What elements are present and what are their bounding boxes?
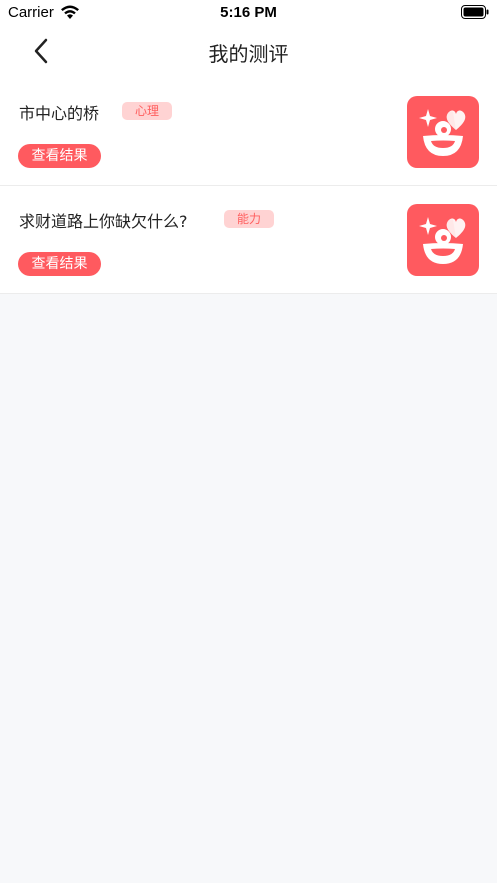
view-result-button[interactable]: 查看结果 (18, 252, 101, 276)
status-bar: Carrier 5:16 PM (0, 0, 497, 26)
navigation-bar: 我的测评 (0, 26, 497, 79)
list-item[interactable]: 市中心的桥 心理 查看结果 (0, 78, 497, 186)
view-result-button[interactable]: 查看结果 (18, 144, 101, 168)
evaluation-list: 市中心的桥 心理 查看结果 求财道路上你缺欠什么? 能力 查看结果 (0, 78, 497, 294)
item-title: 市中心的桥 (19, 104, 100, 123)
page-title: 我的测评 (208, 42, 289, 66)
battery-icon (461, 5, 489, 19)
smile-heart-icon (407, 204, 479, 276)
list-item[interactable]: 求财道路上你缺欠什么? 能力 查看结果 (0, 186, 497, 294)
category-tag: 心理 (122, 102, 173, 120)
smile-heart-icon (407, 96, 479, 168)
item-title: 求财道路上你缺欠什么? (19, 212, 188, 231)
status-time: 5:16 PM (220, 4, 277, 21)
category-tag: 能力 (224, 210, 275, 228)
